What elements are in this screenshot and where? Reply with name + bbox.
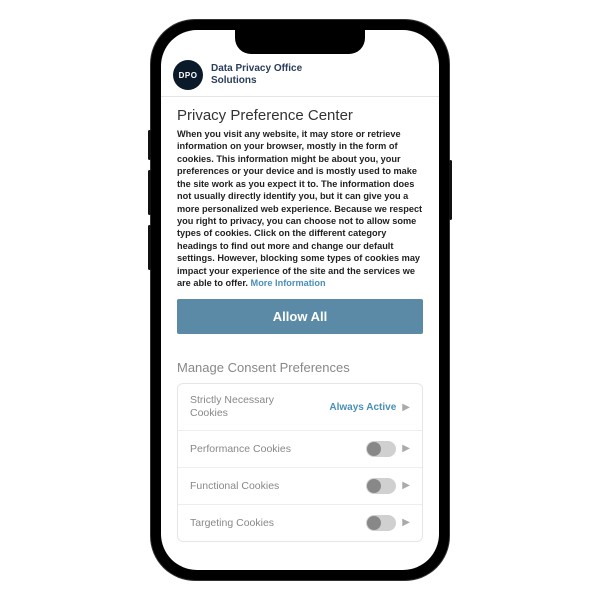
app-header: DPO Data Privacy Office Solutions	[161, 56, 439, 97]
chevron-right-icon: ▶	[402, 480, 410, 491]
brand-name: Data Privacy Office Solutions	[211, 63, 302, 87]
pref-label-line2: Cookies	[190, 407, 274, 420]
allow-all-button[interactable]: Allow All	[177, 299, 423, 334]
always-active-badge: Always Active	[329, 402, 396, 413]
phone-side-button	[148, 225, 151, 270]
performance-toggle[interactable]	[366, 441, 396, 457]
screen: DPO Data Privacy Office Solutions Privac…	[161, 30, 439, 570]
page-title: Privacy Preference Center	[177, 107, 423, 124]
more-information-link[interactable]: More Information	[251, 278, 326, 288]
phone-frame: DPO Data Privacy Office Solutions Privac…	[151, 20, 449, 580]
brand-logo: DPO	[173, 60, 203, 90]
notch	[235, 30, 365, 54]
privacy-description: When you visit any website, it may store…	[177, 128, 423, 289]
pref-label-line1: Strictly Necessary	[190, 394, 274, 407]
manage-consent-title: Manage Consent Preferences	[177, 360, 423, 375]
pref-label: Strictly Necessary Cookies	[190, 394, 274, 419]
pref-row-targeting[interactable]: Targeting Cookies ▶	[178, 505, 422, 541]
pref-row-strictly-necessary[interactable]: Strictly Necessary Cookies Always Active…	[178, 384, 422, 430]
chevron-right-icon: ▶	[402, 443, 410, 454]
targeting-toggle[interactable]	[366, 515, 396, 531]
pref-label: Performance Cookies	[190, 443, 291, 455]
consent-preferences-list: Strictly Necessary Cookies Always Active…	[177, 383, 423, 541]
functional-toggle[interactable]	[366, 478, 396, 494]
brand-line2: Solutions	[211, 75, 302, 87]
phone-side-button	[148, 170, 151, 215]
chevron-right-icon: ▶	[402, 517, 410, 528]
description-text: When you visit any website, it may store…	[177, 129, 422, 288]
phone-side-button	[148, 130, 151, 160]
pref-label: Targeting Cookies	[190, 517, 274, 529]
pref-row-performance[interactable]: Performance Cookies ▶	[178, 431, 422, 468]
phone-side-button	[449, 160, 452, 220]
brand-line1: Data Privacy Office	[211, 63, 302, 75]
pref-label: Functional Cookies	[190, 480, 279, 492]
chevron-right-icon: ▶	[402, 402, 410, 413]
pref-row-functional[interactable]: Functional Cookies ▶	[178, 468, 422, 505]
